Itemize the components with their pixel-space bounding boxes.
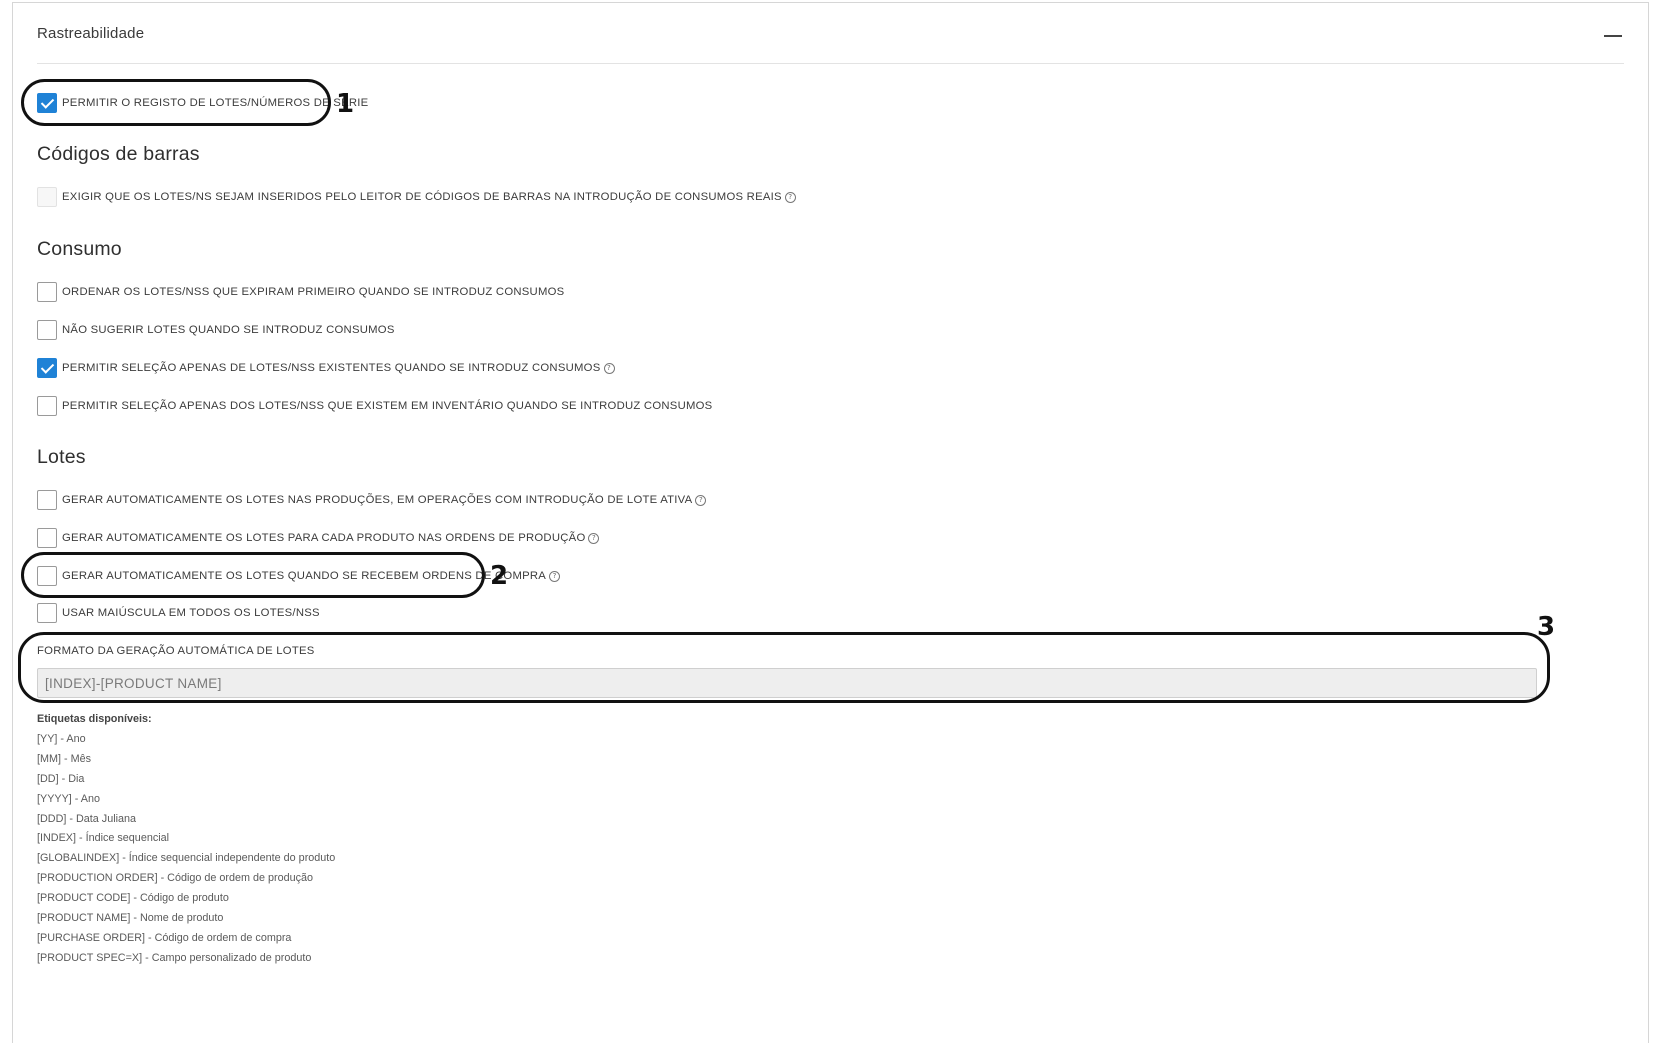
callout-1-number: 1 xyxy=(336,89,355,119)
consumption-option-label: NÃO SUGERIR LOTES QUANDO SE INTRODUZ CON… xyxy=(62,324,395,336)
lots-checkbox[interactable] xyxy=(37,603,57,623)
allow-lot-serial-option[interactable]: PERMITIR O REGISTO DE LOTES/NÚMEROS DE S… xyxy=(37,93,368,113)
barcode-require-label: EXIGIR QUE OS LOTES/NS SEJAM INSERIDOS P… xyxy=(62,191,796,203)
tag-item: [GLOBALINDEX] - Índice sequencial indepe… xyxy=(37,852,336,865)
lots-option[interactable]: GERAR AUTOMATICAMENTE OS LOTES NAS PRODU… xyxy=(37,490,707,510)
tag-item: [YYYY] - Ano xyxy=(37,792,101,805)
consumption-option-label: ORDENAR OS LOTES/NSS QUE EXPIRAM PRIMEIR… xyxy=(62,286,565,298)
barcode-require-checkbox xyxy=(37,187,57,207)
lot-format-input[interactable] xyxy=(37,668,1537,698)
consumption-option-label: PERMITIR SELEÇÃO APENAS DOS LOTES/NSS QU… xyxy=(62,400,713,412)
tag-item: [INDEX] - Índice sequencial xyxy=(37,832,170,845)
consumption-option[interactable]: PERMITIR SELEÇÃO APENAS DE LOTES/NSS EXI… xyxy=(37,358,615,378)
lots-option[interactable]: GERAR AUTOMATICAMENTE OS LOTES PARA CADA… xyxy=(37,528,600,548)
lots-option-label: GERAR AUTOMATICAMENTE OS LOTES PARA CADA… xyxy=(62,532,600,544)
tag-item: [YY] - Ano xyxy=(37,733,86,745)
tag-item: [PRODUCT CODE] - Código de produto xyxy=(37,892,229,905)
question-circle-icon[interactable]: ? xyxy=(603,363,615,374)
lots-checkbox[interactable] xyxy=(37,566,57,586)
section-title-consumption: Consumo xyxy=(37,238,122,260)
consumption-option[interactable]: ORDENAR OS LOTES/NSS QUE EXPIRAM PRIMEIR… xyxy=(37,282,564,302)
question-circle-icon[interactable]: ? xyxy=(549,571,561,582)
allow-lot-serial-label: PERMITIR O REGISTO DE LOTES/NÚMEROS DE S… xyxy=(62,97,369,109)
traceability-panel: Rastreabilidade PERMITIR O REGISTO DE LO… xyxy=(12,2,1649,1043)
consumption-option[interactable]: NÃO SUGERIR LOTES QUANDO SE INTRODUZ CON… xyxy=(37,320,395,340)
question-circle-icon[interactable]: ? xyxy=(588,533,600,544)
tag-item: [DD] - Dia xyxy=(37,772,85,785)
section-title-barcodes: Códigos de barras xyxy=(37,143,200,165)
barcode-require-option: EXIGIR QUE OS LOTES/NS SEJAM INSERIDOS P… xyxy=(37,187,796,207)
callout-3-number: 3 xyxy=(1537,612,1556,642)
lots-option-label: USAR MAIÚSCULA EM TODOS OS LOTES/NSS xyxy=(62,607,320,619)
consumption-checkbox[interactable] xyxy=(37,282,57,302)
consumption-option[interactable]: PERMITIR SELEÇÃO APENAS DOS LOTES/NSS QU… xyxy=(37,396,712,416)
callout-2-number: 2 xyxy=(490,561,509,591)
tag-item: [MM] - Mês xyxy=(37,752,91,765)
lots-checkbox[interactable] xyxy=(37,528,57,548)
panel-title: Rastreabilidade xyxy=(37,25,145,42)
lots-option-label: GERAR AUTOMATICAMENTE OS LOTES QUANDO SE… xyxy=(62,570,561,582)
lot-format-label: FORMATO DA GERAÇÃO AUTOMÁTICA DE LOTES xyxy=(37,645,315,657)
lots-option[interactable]: GERAR AUTOMATICAMENTE OS LOTES QUANDO SE… xyxy=(37,566,561,586)
question-circle-icon[interactable]: ? xyxy=(695,495,707,506)
consumption-option-label: PERMITIR SELEÇÃO APENAS DE LOTES/NSS EXI… xyxy=(62,362,615,374)
tag-item: [DDD] - Data Juliana xyxy=(37,812,137,825)
tag-item: [PURCHASE ORDER] - Código de ordem de co… xyxy=(37,931,292,944)
minus-icon[interactable] xyxy=(1602,25,1624,43)
tag-item: [PRODUCT SPEC=X] - Campo personalizado d… xyxy=(37,951,312,964)
lots-checkbox[interactable] xyxy=(37,490,57,510)
section-title-lots: Lotes xyxy=(37,446,86,468)
tag-item: [PRODUCTION ORDER] - Código de ordem de … xyxy=(37,872,314,885)
lots-option[interactable]: USAR MAIÚSCULA EM TODOS OS LOTES/NSS xyxy=(37,603,320,623)
available-tags: Etiquetas disponíveis: [YY] - Ano [MM] -… xyxy=(37,711,335,970)
tag-item: [PRODUCT NAME] - Nome de produto xyxy=(37,912,224,925)
available-tags-title: Etiquetas disponíveis: xyxy=(37,713,152,725)
consumption-checkbox[interactable] xyxy=(37,320,57,340)
consumption-checkbox[interactable] xyxy=(37,358,57,378)
allow-lot-serial-checkbox[interactable] xyxy=(37,93,57,113)
consumption-checkbox[interactable] xyxy=(37,396,57,416)
question-circle-icon[interactable]: ? xyxy=(784,192,796,203)
lots-option-label: GERAR AUTOMATICAMENTE OS LOTES NAS PRODU… xyxy=(62,494,707,506)
panel-header: Rastreabilidade xyxy=(37,3,1624,64)
